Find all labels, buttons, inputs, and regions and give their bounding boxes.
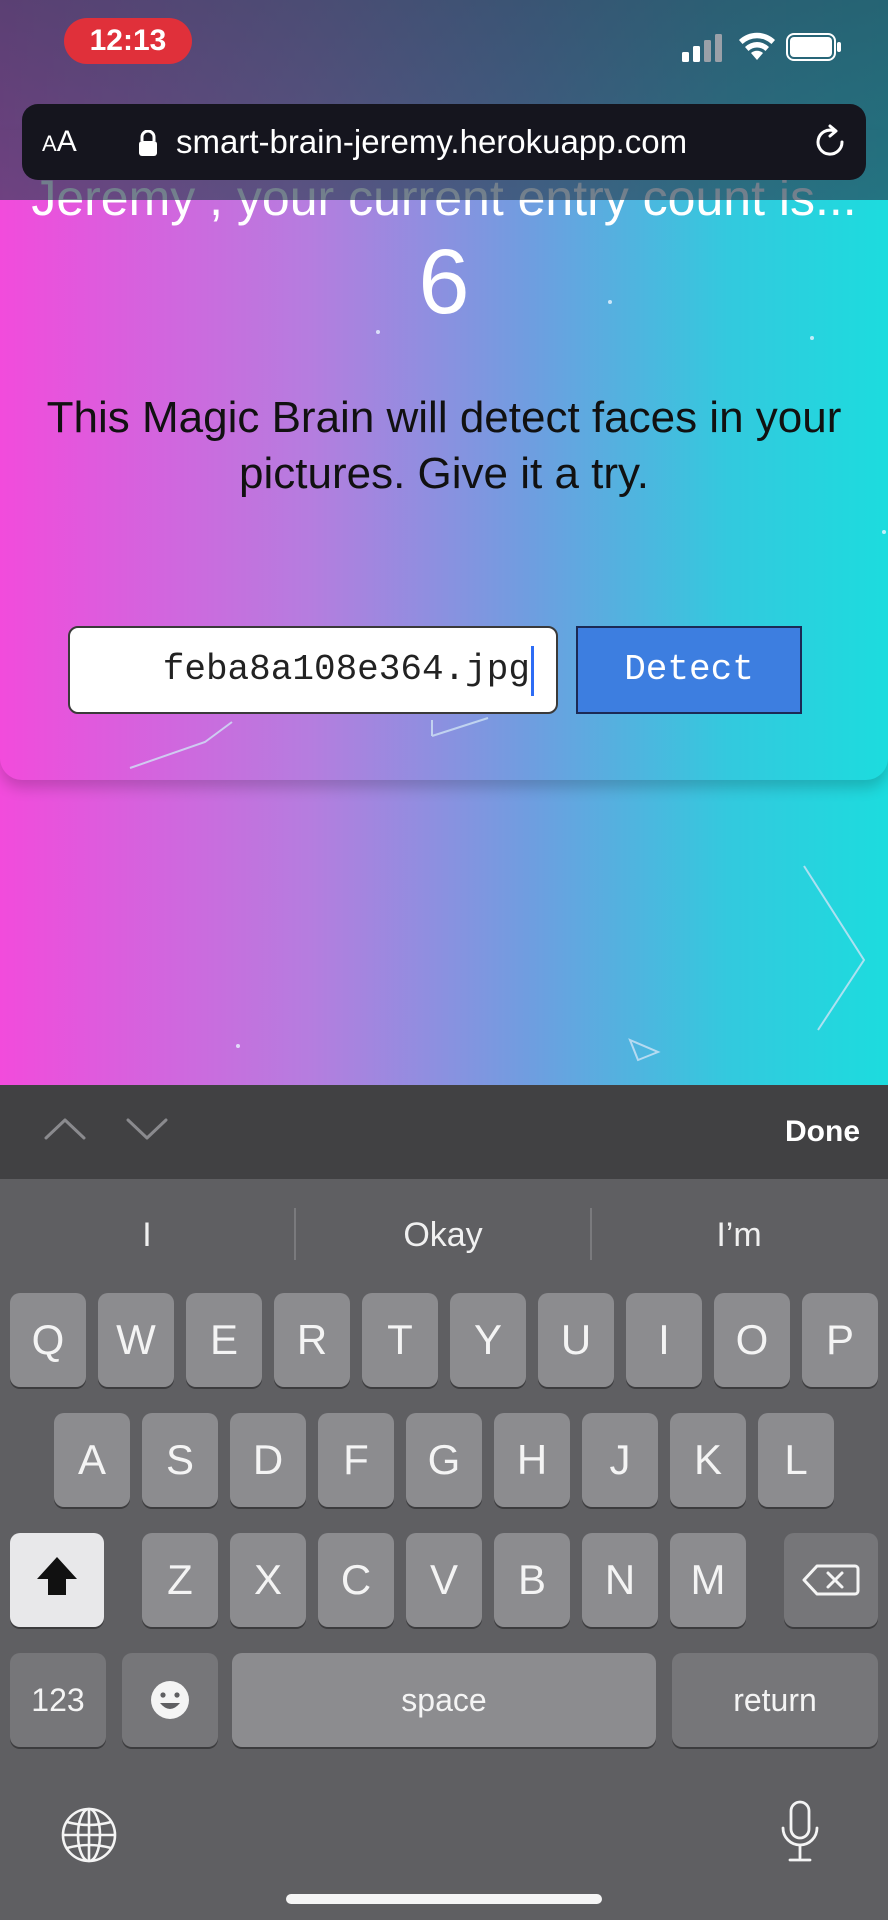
- return-key[interactable]: return: [672, 1653, 878, 1747]
- shift-key[interactable]: [10, 1533, 104, 1627]
- numbers-key[interactable]: 123: [10, 1653, 106, 1747]
- aa-small: A: [42, 131, 57, 156]
- done-button[interactable]: Done: [740, 1085, 860, 1179]
- space-key[interactable]: space: [232, 1653, 656, 1747]
- key-z[interactable]: Z: [142, 1533, 218, 1627]
- emoji-icon: [151, 1681, 189, 1719]
- backspace-key[interactable]: [784, 1533, 878, 1627]
- key-i[interactable]: I: [626, 1293, 702, 1387]
- globe-icon[interactable]: [60, 1806, 118, 1864]
- key-r[interactable]: R: [274, 1293, 350, 1387]
- battery-icon: [786, 33, 841, 61]
- key-d[interactable]: D: [230, 1413, 306, 1507]
- key-j[interactable]: J: [582, 1413, 658, 1507]
- shift-icon: [37, 1557, 77, 1595]
- lock-icon: [139, 130, 157, 156]
- text-caret: [531, 646, 534, 696]
- key-l[interactable]: L: [758, 1413, 834, 1507]
- reload-icon[interactable]: [812, 124, 848, 160]
- home-indicator: [286, 1894, 602, 1904]
- key-s[interactable]: S: [142, 1413, 218, 1507]
- status-bar: 12:13: [0, 0, 888, 90]
- key-t[interactable]: T: [362, 1293, 438, 1387]
- key-v[interactable]: V: [406, 1533, 482, 1627]
- key-h[interactable]: H: [494, 1413, 570, 1507]
- emoji-key[interactable]: [122, 1653, 218, 1747]
- key-q[interactable]: Q: [10, 1293, 86, 1387]
- key-p[interactable]: P: [802, 1293, 878, 1387]
- suggestion-divider: [590, 1208, 592, 1260]
- key-u[interactable]: U: [538, 1293, 614, 1387]
- key-g[interactable]: G: [406, 1413, 482, 1507]
- suggestion-1[interactable]: I: [2, 1195, 292, 1275]
- key-y[interactable]: Y: [450, 1293, 526, 1387]
- key-o[interactable]: O: [714, 1293, 790, 1387]
- key-a[interactable]: A: [54, 1413, 130, 1507]
- microphone-icon[interactable]: [780, 1800, 820, 1864]
- key-n[interactable]: N: [582, 1533, 658, 1627]
- suggestion-3[interactable]: I’m: [594, 1195, 884, 1275]
- key-f[interactable]: F: [318, 1413, 394, 1507]
- aa-large: A: [56, 125, 77, 158]
- entry-count-value: 6: [418, 231, 470, 333]
- key-m[interactable]: M: [670, 1533, 746, 1627]
- key-b[interactable]: B: [494, 1533, 570, 1627]
- key-e[interactable]: E: [186, 1293, 262, 1387]
- wifi-icon: [739, 32, 775, 60]
- address-url[interactable]: smart-brain-jeremy.herokuapp.com: [176, 104, 687, 180]
- description-text: This Magic Brain will detect faces in yo…: [46, 393, 842, 498]
- cellular-signal-icon: [682, 34, 722, 62]
- status-time: 12:13: [64, 18, 192, 64]
- suggestion-divider: [294, 1208, 296, 1260]
- key-k[interactable]: K: [670, 1413, 746, 1507]
- reader-options-button[interactable]: AA: [42, 104, 77, 180]
- image-url-input-value: feba8a108e364.jpg: [162, 649, 530, 690]
- key-w[interactable]: W: [98, 1293, 174, 1387]
- image-url-input[interactable]: feba8a108e364.jpg: [68, 626, 558, 714]
- chevron-up-icon[interactable]: [42, 1114, 88, 1144]
- key-c[interactable]: C: [318, 1533, 394, 1627]
- suggestion-2[interactable]: Okay: [298, 1195, 588, 1275]
- chevron-down-icon[interactable]: [124, 1114, 170, 1144]
- detect-button[interactable]: Detect: [576, 626, 802, 714]
- browser-address-bar[interactable]: AA smart-brain-jeremy.herokuapp.com: [22, 104, 866, 180]
- key-x[interactable]: X: [230, 1533, 306, 1627]
- backspace-icon: [802, 1564, 860, 1596]
